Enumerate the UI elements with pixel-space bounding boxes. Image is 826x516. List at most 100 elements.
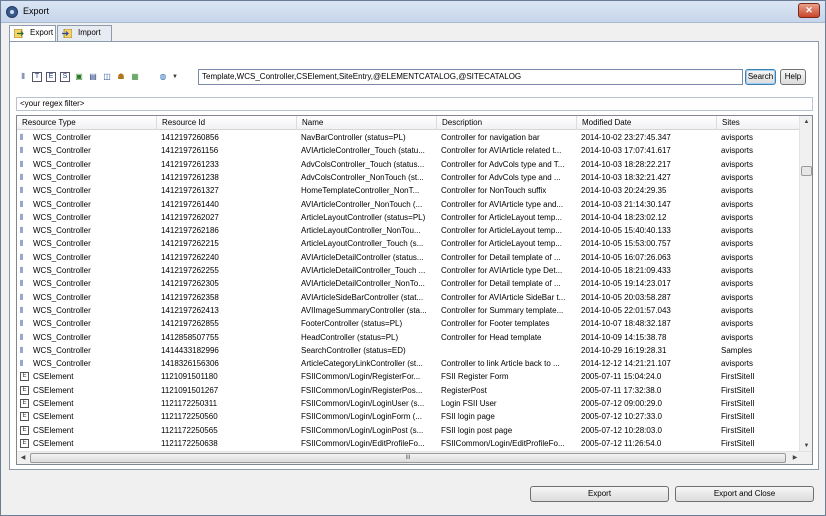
table-row[interactable]: E CSElement 1121091501267 FSIICommon/Login/… (17, 384, 800, 397)
cell-text: 1412858507755 (161, 332, 219, 342)
cell-text: Samples (721, 345, 753, 355)
table-row[interactable]: WCS_Controller 1412197262255 AVIArticleDet… (17, 264, 800, 277)
table-row[interactable]: WCS_Controller 1412197262855 FooterControl… (17, 317, 800, 330)
regex-filter-input[interactable]: <your regex filter> (16, 97, 813, 111)
scroll-left-arrow-icon[interactable]: ◀ (17, 452, 29, 464)
cell-text: 1412197262358 (161, 292, 219, 302)
column-header-resource-type[interactable]: Resource Type (17, 116, 157, 130)
wcs-controller-icon (20, 346, 29, 355)
table-row[interactable]: WCS_Controller 1418326156306 ArticleCatego… (17, 357, 800, 370)
table-row[interactable]: E CSElement 1121172250638 FSIICommon/Login/… (17, 437, 800, 450)
export-button[interactable]: Export (530, 486, 669, 502)
table-row[interactable]: WCS_Controller 1412197261238 AdvColsContro… (17, 171, 800, 184)
cell-resource-id: 1121172250311 (157, 397, 297, 410)
cell-sites: avisports (717, 304, 800, 317)
close-button[interactable]: ✕ (798, 3, 820, 18)
vertical-scrollbar[interactable]: ▲ ▼ (799, 116, 812, 452)
cell-sites: FirstSiteII (717, 384, 800, 397)
table-row[interactable]: WCS_Controller 1412197262358 AVIArticleSid… (17, 291, 800, 304)
table-row[interactable]: WCS_Controller 1412197262186 ArticleLayout… (17, 224, 800, 237)
cell-description: Controller for ArticleLayout temp... (437, 211, 577, 224)
column-header-resource-id[interactable]: Resource Id (157, 116, 297, 130)
cell-text: WCS_Controller (33, 266, 91, 275)
table-row[interactable]: WCS_Controller 1412197262240 AVIArticleDet… (17, 251, 800, 264)
table-header: Resource Type Resource Id Name Descripti… (17, 116, 800, 130)
cell-text: avisports (721, 252, 754, 262)
element-icon[interactable]: E (46, 72, 56, 82)
tab-import[interactable]: Import (57, 25, 112, 41)
column-header-modified-date[interactable]: Modified Date (577, 116, 717, 130)
table-row[interactable]: E CSElement 1121091501180 FSIICommon/Login/… (17, 370, 800, 383)
export-and-close-button[interactable]: Export and Close (675, 486, 814, 502)
asset-icon[interactable]: ▦ (130, 72, 140, 82)
column-header-description[interactable]: Description (437, 116, 577, 130)
wcs-controller-icon[interactable]: ⫴ (18, 72, 28, 82)
cell-text: Controller for Detail template of ... (441, 279, 561, 289)
table-row[interactable]: E CSElement 1121172250311 FSIICommon/Login/… (17, 397, 800, 410)
cell-name: AVIArticleDetailController (status... (297, 251, 437, 264)
cell-modified-date: 2014-12-12 14:21:21.107 (577, 357, 717, 370)
vertical-scroll-thumb[interactable] (801, 166, 812, 176)
globe-icon[interactable]: ◍ (158, 72, 168, 82)
page-icon[interactable]: ▤ (88, 72, 98, 82)
cell-resource-id: 1412197262255 (157, 264, 297, 277)
table-row[interactable]: WCS_Controller 1412197262305 AVIArticleDet… (17, 277, 800, 290)
horizontal-scrollbar[interactable]: ◀ III ▶ (17, 451, 812, 464)
cell-modified-date: 2014-10-05 18:21:09.433 (577, 264, 717, 277)
wcs-controller-icon (20, 279, 29, 288)
cell-text: ArticleLayoutController_NonTou... (301, 226, 421, 236)
horizontal-scroll-thumb[interactable]: III (30, 453, 786, 463)
cell-modified-date: 2014-10-03 18:28:22.217 (577, 158, 717, 171)
scroll-right-arrow-icon[interactable]: ▶ (789, 452, 801, 464)
user-icon[interactable]: ☗ (116, 72, 126, 82)
chevron-down-icon[interactable]: ▼ (170, 72, 180, 82)
cell-description: Controller for AdvCols type and ... (437, 171, 577, 184)
cell-text: 2014-12-12 14:21:21.107 (581, 359, 671, 369)
site-entry-icon[interactable]: S (60, 72, 70, 82)
cell-name: ArticleCategoryLinkController (st... (297, 357, 437, 370)
cell-resource-id: 1121091501180 (157, 370, 297, 383)
help-button[interactable]: Help (780, 69, 806, 85)
cell-text: WCS_Controller (33, 239, 91, 249)
table-row[interactable]: WCS_Controller 1412197262027 ArticleLayout… (17, 211, 800, 224)
cell-description: Controller for AVIArticle type Det... (437, 264, 577, 277)
column-header-name[interactable]: Name (297, 116, 437, 130)
table-row[interactable]: WCS_Controller 1412197261156 AVIArticleCon… (17, 144, 800, 157)
cell-name: NavBarController (status=PL) (297, 131, 437, 144)
title-bar[interactable]: Export ✕ (1, 1, 825, 23)
template-icon[interactable]: T (32, 72, 42, 82)
search-button[interactable]: Search (745, 69, 776, 85)
cell-modified-date: 2014-10-05 16:07:26.063 (577, 251, 717, 264)
cell-text: 2014-10-07 18:48:32.187 (581, 319, 671, 329)
table-row[interactable]: WCS_Controller 1412197260856 NavBarControl… (17, 131, 800, 144)
cell-text: 1412197261156 (161, 146, 219, 156)
cell-text: RegisterPost (441, 385, 487, 395)
table-row[interactable]: WCS_Controller 1412197261440 AVIArticleCon… (17, 198, 800, 211)
table-row[interactable]: E CSElement 1121172250560 FSIICommon/Login/… (17, 410, 800, 423)
scroll-up-arrow-icon[interactable]: ▲ (800, 116, 812, 128)
cell-text: WCS_Controller (33, 359, 91, 369)
table-row[interactable]: WCS_Controller 1412858507755 HeadControlle… (17, 331, 800, 344)
table-row[interactable]: WCS_Controller 1412197262413 AVIImageSumma… (17, 304, 800, 317)
cell-text: 1121172250565 (161, 425, 218, 435)
table-row[interactable]: E CSElement 1121172250565 FSIICommon/Login/… (17, 424, 800, 437)
cell-text: 2005-07-12 09:00:29.0 (581, 399, 662, 408)
table-row[interactable]: WCS_Controller 1412197262215 ArticleLayout… (17, 237, 800, 250)
cell-text: Controller for ArticleLayout temp... (441, 226, 562, 236)
tab-export[interactable]: Export (9, 25, 56, 42)
query-input[interactable]: Template,WCS_Controller,CSElement,SiteEn… (198, 69, 743, 85)
cell-text: 1412197261440 (161, 199, 219, 209)
cell-text: 1412197262027 (161, 212, 219, 222)
flex-family-icon[interactable]: ◫ (102, 72, 112, 82)
attribute-icon[interactable]: ▣ (74, 72, 84, 82)
cell-name: ArticleLayoutController_Touch (s... (297, 237, 437, 250)
cell-text: avisports (721, 332, 754, 342)
table-row[interactable]: WCS_Controller 1412197261233 AdvColsContro… (17, 158, 800, 171)
cell-text: SearchController (status=ED) (301, 345, 406, 355)
table-row[interactable]: WCS_Controller 1412197261327 HomeTemplateC… (17, 184, 800, 197)
cell-sites: avisports (717, 264, 800, 277)
table-row[interactable]: WCS_Controller 1414433182996 SearchControl… (17, 344, 800, 357)
cell-text: 1412197261238 (161, 172, 219, 182)
column-header-sites[interactable]: Sites (717, 116, 800, 130)
cell-sites: avisports (717, 211, 800, 224)
